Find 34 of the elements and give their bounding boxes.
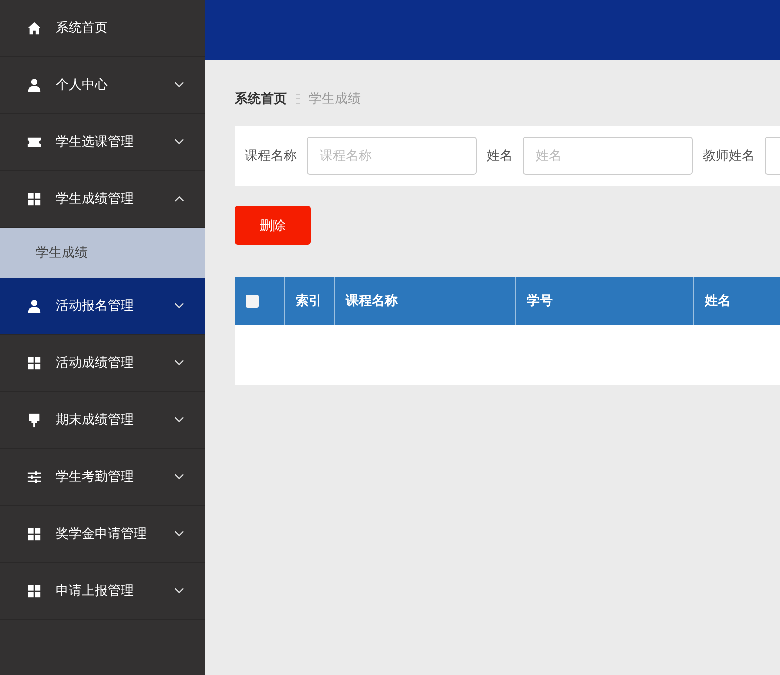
submenu-item[interactable]: 学生成绩 xyxy=(0,228,205,278)
checkbox[interactable] xyxy=(246,294,259,308)
grid-icon xyxy=(27,356,42,370)
delete-button[interactable]: 删除 xyxy=(235,206,311,245)
field-label: 姓名 xyxy=(487,148,513,165)
sliders-icon xyxy=(27,470,42,484)
menu-label: 奖学金申请管理 xyxy=(56,526,148,543)
menu-label: 活动报名管理 xyxy=(56,298,135,315)
grid-icon xyxy=(27,584,42,598)
field-label: 课程名称 xyxy=(245,148,297,165)
separator-icon xyxy=(295,93,301,105)
menu-label: 系统首页 xyxy=(56,20,109,37)
house-icon xyxy=(27,20,42,36)
menu-item[interactable]: 活动报名管理 xyxy=(0,278,205,335)
breadcrumb-link[interactable]: 系统首页 xyxy=(235,90,287,108)
menu-label: 申请上报管理 xyxy=(56,583,135,600)
input-field[interactable]: 课程名称 xyxy=(307,137,477,175)
input-field[interactable]: 姓名 xyxy=(523,137,693,175)
field-label: 教师姓名 xyxy=(703,148,755,165)
person-icon xyxy=(27,298,42,314)
person-icon xyxy=(27,78,42,92)
menu-label: 学生考勤管理 xyxy=(56,469,135,486)
grid-icon xyxy=(27,192,42,206)
grid-icon xyxy=(27,526,42,542)
menu-label: 活动成绩管理 xyxy=(56,355,135,372)
menu-label: 学生成绩管理 xyxy=(56,191,135,208)
column-header: 姓名 xyxy=(705,293,731,310)
column-header: 课程名称 xyxy=(346,293,398,310)
column-header: 学号 xyxy=(527,293,553,310)
menu-label: 学生选课管理 xyxy=(56,134,135,151)
menu-label: 个人中心 xyxy=(56,77,109,94)
brush-icon xyxy=(27,412,42,428)
column-header: 索引 xyxy=(296,292,322,310)
menu-label: 期末成绩管理 xyxy=(56,412,135,429)
